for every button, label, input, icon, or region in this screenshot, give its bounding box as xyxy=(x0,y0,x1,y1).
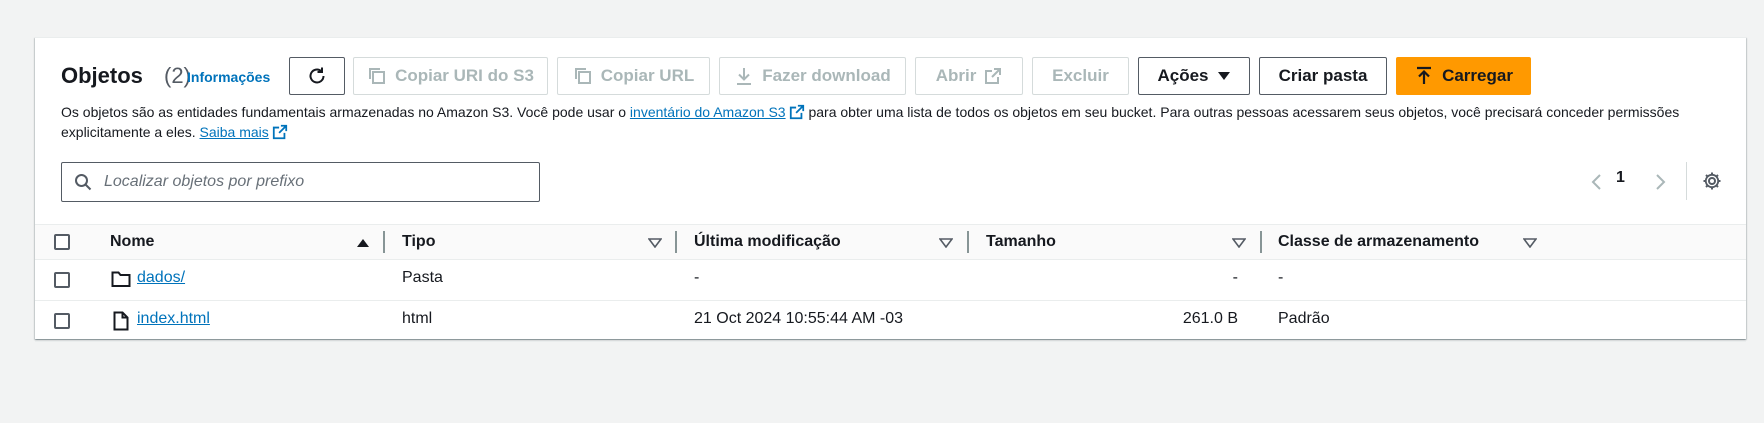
download-label: Fazer download xyxy=(762,66,891,85)
objects-table: Nome Tipo Última modificação Tamanho Cla… xyxy=(35,224,1746,342)
pager-divider xyxy=(1686,162,1687,200)
table-row[interactable]: dados/ Pasta - - - xyxy=(35,260,1746,301)
refresh-button[interactable] xyxy=(289,57,345,95)
refresh-icon xyxy=(309,67,325,84)
info-link[interactable]: Informações xyxy=(187,69,270,85)
upload-icon xyxy=(1417,66,1432,84)
external-link-icon xyxy=(789,104,804,120)
external-link-icon xyxy=(272,124,287,140)
create-folder-button[interactable]: Criar pasta xyxy=(1259,57,1387,95)
upload-label: Carregar xyxy=(1442,66,1513,85)
object-name-link[interactable]: dados/ xyxy=(137,269,185,286)
object-modified: - xyxy=(694,269,700,286)
column-divider[interactable] xyxy=(675,231,677,253)
column-modified[interactable]: Última modificação xyxy=(694,233,841,251)
learn-more-link[interactable]: Saiba mais xyxy=(200,124,269,140)
actions-dropdown[interactable]: Ações xyxy=(1138,57,1250,95)
open-label: Abrir xyxy=(935,66,977,85)
actions-label: Ações xyxy=(1157,66,1209,85)
column-name[interactable]: Nome xyxy=(110,233,154,251)
column-divider[interactable] xyxy=(1260,231,1262,253)
file-icon xyxy=(113,311,129,331)
row-checkbox[interactable] xyxy=(54,272,70,288)
object-type: html xyxy=(402,310,433,327)
open-button[interactable]: Abrir xyxy=(915,57,1023,95)
folder-icon xyxy=(111,271,131,287)
next-page-button[interactable] xyxy=(1655,171,1667,193)
object-modified: 21 Oct 2024 10:55:44 AM -03 xyxy=(694,310,904,327)
column-size[interactable]: Tamanho xyxy=(986,233,1056,251)
search-input[interactable] xyxy=(102,172,526,192)
external-link-icon xyxy=(985,68,1002,84)
copy-url-button[interactable]: Copiar URL xyxy=(557,57,710,95)
gear-icon xyxy=(1703,172,1721,190)
objects-panel: Objetos (2) Informações Copiar URI do S3… xyxy=(35,37,1746,342)
search-box xyxy=(61,162,540,202)
object-storage-class: Padrão xyxy=(1278,310,1330,327)
copy-icon xyxy=(369,68,386,84)
object-size: - xyxy=(1232,269,1238,286)
sort-icon[interactable] xyxy=(939,238,953,248)
sort-icon[interactable] xyxy=(648,238,662,248)
search-icon xyxy=(75,174,92,191)
copy-uri-label: Copiar URI do S3 xyxy=(395,66,534,85)
object-size: 261.0 B xyxy=(1182,310,1238,327)
delete-label: Excluir xyxy=(1052,66,1109,85)
sort-icon[interactable] xyxy=(1232,238,1246,248)
column-divider[interactable] xyxy=(967,231,969,253)
column-storage-class[interactable]: Classe de armazenamento xyxy=(1278,233,1479,251)
column-divider[interactable] xyxy=(383,231,385,253)
previous-page-button[interactable] xyxy=(1590,171,1602,193)
column-type[interactable]: Tipo xyxy=(402,233,435,251)
caret-down-icon xyxy=(1217,72,1230,80)
create-folder-label: Criar pasta xyxy=(1278,66,1368,85)
object-storage-class: - xyxy=(1278,269,1284,286)
copy-url-label: Copiar URL xyxy=(600,66,695,85)
object-name-link[interactable]: index.html xyxy=(137,310,210,327)
page-number[interactable]: 1 xyxy=(1616,169,1625,187)
upload-button[interactable]: Carregar xyxy=(1396,57,1531,95)
delete-button[interactable]: Excluir xyxy=(1032,57,1129,95)
chevron-right-icon xyxy=(1656,174,1666,190)
object-type: Pasta xyxy=(402,269,443,286)
sort-icon[interactable] xyxy=(1523,238,1537,248)
download-button[interactable]: Fazer download xyxy=(719,57,906,95)
chevron-left-icon xyxy=(1591,174,1601,190)
row-checkbox[interactable] xyxy=(54,313,70,329)
table-row[interactable]: index.html html 21 Oct 2024 10:55:44 AM … xyxy=(35,301,1746,342)
description: Os objetos são as entidades fundamentais… xyxy=(61,102,1731,142)
inventory-link[interactable]: inventário do Amazon S3 xyxy=(630,104,786,120)
page-title: Objetos xyxy=(61,63,143,88)
panel-header: Objetos (2) Informações Copiar URI do S3… xyxy=(35,38,1746,104)
preferences-button[interactable] xyxy=(1702,171,1722,196)
select-all-checkbox[interactable] xyxy=(54,234,70,250)
table-header: Nome Tipo Última modificação Tamanho Cla… xyxy=(35,224,1746,260)
copy-uri-button[interactable]: Copiar URI do S3 xyxy=(353,57,548,95)
download-icon xyxy=(737,68,752,85)
sort-ascending-icon[interactable] xyxy=(356,238,370,248)
description-text-1: Os objetos são as entidades fundamentais… xyxy=(61,104,630,120)
copy-icon xyxy=(574,68,591,84)
